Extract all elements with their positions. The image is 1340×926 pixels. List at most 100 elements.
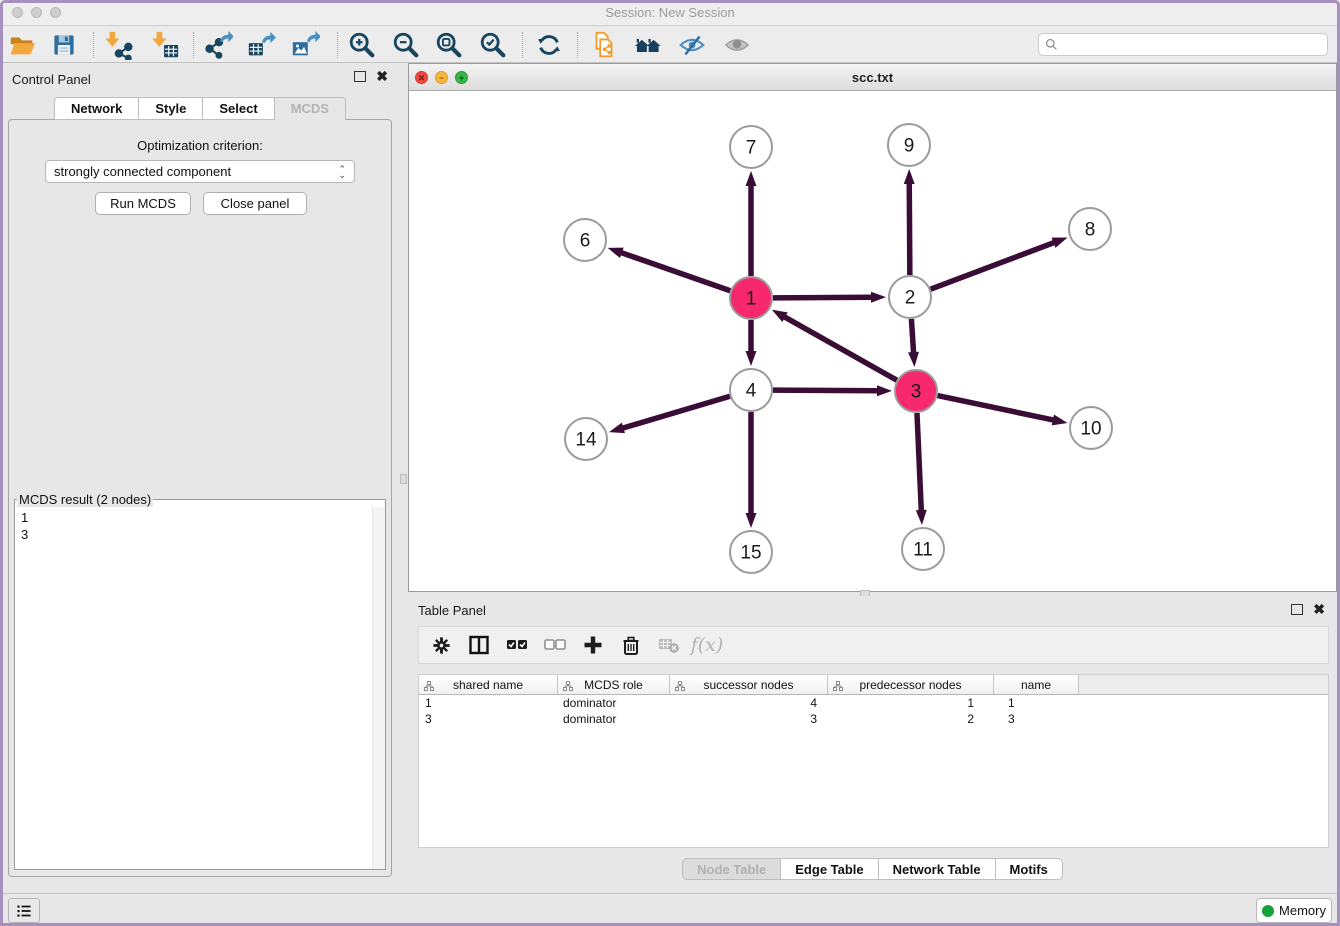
graph-node-label: 14 <box>575 430 597 451</box>
show-all-eye-icon[interactable] <box>721 29 753 61</box>
float-panel-icon[interactable] <box>1291 604 1303 615</box>
graph-edge-arrowhead <box>1052 237 1068 247</box>
tab-edge-table[interactable]: Edge Table <box>780 858 877 880</box>
column-header[interactable]: successor nodes <box>670 675 828 694</box>
node-table: shared name MCDS role successor nodes prede… <box>418 674 1329 848</box>
graph-edge[interactable] <box>773 297 873 298</box>
tab-motifs[interactable]: Motifs <box>995 858 1063 880</box>
open-session-icon[interactable] <box>6 29 38 61</box>
graph-node-label: 9 <box>904 136 915 157</box>
table-body: 1dominator4113dominator323 <box>419 695 1328 727</box>
table-row[interactable]: 1dominator411 <box>419 695 1328 711</box>
table-cell: 2 <box>831 711 998 727</box>
search-input[interactable] <box>1062 34 1327 55</box>
table-cell: 3 <box>998 711 1084 727</box>
tab-style[interactable]: Style <box>138 97 202 120</box>
zoom-in-icon[interactable] <box>346 29 378 61</box>
column-header[interactable]: name <box>994 675 1079 694</box>
split-columns-icon[interactable] <box>467 633 491 657</box>
select-all-checkboxes-icon[interactable] <box>505 633 529 657</box>
close-panel-icon[interactable]: ✖ <box>1313 604 1325 615</box>
column-header[interactable]: predecessor nodes <box>828 675 994 694</box>
splitter-grip[interactable] <box>400 474 407 484</box>
export-table-icon[interactable] <box>245 29 277 61</box>
import-table-icon[interactable] <box>149 29 181 61</box>
network-canvas[interactable]: 1234678910111415 <box>409 91 1336 591</box>
graph-edge[interactable] <box>909 182 910 275</box>
graph-edge[interactable] <box>773 390 879 391</box>
close-panel-icon[interactable]: ✖ <box>376 71 388 82</box>
control-panel-tabs: Network Style Select MCDS <box>0 97 400 120</box>
result-line: 3 <box>21 526 379 543</box>
sort-tree-icon <box>563 680 573 694</box>
graph-edge[interactable] <box>621 396 729 428</box>
column-header[interactable]: shared name <box>419 675 558 694</box>
toolbar-separator <box>337 32 338 58</box>
result-line: 1 <box>21 509 379 526</box>
duplicate-network-icon[interactable] <box>588 29 620 61</box>
close-panel-button[interactable]: Close panel <box>203 192 307 215</box>
table-row[interactable]: 3dominator323 <box>419 711 1328 727</box>
graph-edge[interactable] <box>620 252 730 291</box>
window-title: Session: New Session <box>0 5 1340 20</box>
tab-select[interactable]: Select <box>202 97 273 120</box>
hide-selected-eye-icon[interactable] <box>676 29 708 61</box>
graph-edge[interactable] <box>938 396 1055 421</box>
add-column-icon[interactable] <box>581 633 605 657</box>
tab-network[interactable]: Network <box>54 97 138 120</box>
deselect-checkboxes-icon[interactable] <box>543 633 567 657</box>
memory-status-icon <box>1262 905 1274 917</box>
dropdown-value: strongly connected component <box>54 164 231 179</box>
sort-tree-icon <box>424 680 434 694</box>
refresh-layout-icon[interactable] <box>533 29 565 61</box>
table-cell: 3 <box>419 711 559 727</box>
optimization-criterion-label: Optimization criterion: <box>9 138 391 153</box>
toolbar-separator <box>193 32 194 58</box>
zoom-out-icon[interactable] <box>390 29 422 61</box>
table-cell: 1 <box>831 695 998 711</box>
export-image-icon[interactable] <box>289 29 321 61</box>
run-mcds-button[interactable]: Run MCDS <box>95 192 191 215</box>
memory-button[interactable]: Memory <box>1256 898 1332 923</box>
sort-tree-icon <box>833 680 843 694</box>
search-box[interactable] <box>1038 33 1328 56</box>
graph-node-label: 1 <box>746 289 757 310</box>
save-session-icon[interactable] <box>48 29 80 61</box>
graph-edge-arrowhead <box>877 385 892 396</box>
graph-edge-arrowhead <box>908 352 919 367</box>
control-panel-header: Control Panel ✖ <box>0 63 400 95</box>
vertical-splitter[interactable] <box>400 63 408 893</box>
graph-node-label: 8 <box>1085 220 1096 241</box>
graph-edge-arrowhead <box>1052 415 1068 426</box>
delete-column-trash-icon[interactable] <box>619 633 643 657</box>
graph-edge[interactable] <box>917 413 921 512</box>
table-cell: dominator <box>559 711 672 727</box>
zoom-fit-icon[interactable] <box>433 29 465 61</box>
gear-icon[interactable] <box>429 633 453 657</box>
graph-edge[interactable] <box>931 242 1056 289</box>
export-network-icon[interactable] <box>202 29 234 61</box>
column-header-label: successor nodes <box>703 678 793 692</box>
graph-edge[interactable] <box>911 319 913 354</box>
column-header[interactable]: MCDS role <box>558 675 670 694</box>
status-bar: Memory <box>0 893 1340 926</box>
result-scrollbar[interactable] <box>372 507 385 869</box>
window-titlebar: Session: New Session <box>0 0 1340 26</box>
table-tabs: Node Table Edge Table Network Table Moti… <box>408 858 1337 880</box>
task-history-button[interactable] <box>8 898 40 923</box>
tab-node-table[interactable]: Node Table <box>682 858 780 880</box>
tab-mcds[interactable]: MCDS <box>274 97 346 120</box>
home-layout-icon[interactable] <box>632 29 664 61</box>
graph-edge[interactable] <box>783 316 897 380</box>
main-toolbar <box>0 27 1340 63</box>
zoom-selected-icon[interactable] <box>477 29 509 61</box>
optimization-criterion-dropdown[interactable]: strongly connected component ⌃⌄ <box>45 160 355 183</box>
column-header-label: shared name <box>453 678 523 692</box>
float-panel-icon[interactable] <box>354 71 366 82</box>
graph-edge-arrowhead <box>746 171 757 186</box>
network-window-titlebar[interactable]: ✕ − + scc.txt <box>409 64 1336 91</box>
import-network-icon[interactable] <box>102 29 134 61</box>
network-graph: 1234678910111415 <box>409 91 1335 592</box>
tab-network-table[interactable]: Network Table <box>878 858 995 880</box>
toolbar-separator <box>577 32 578 58</box>
